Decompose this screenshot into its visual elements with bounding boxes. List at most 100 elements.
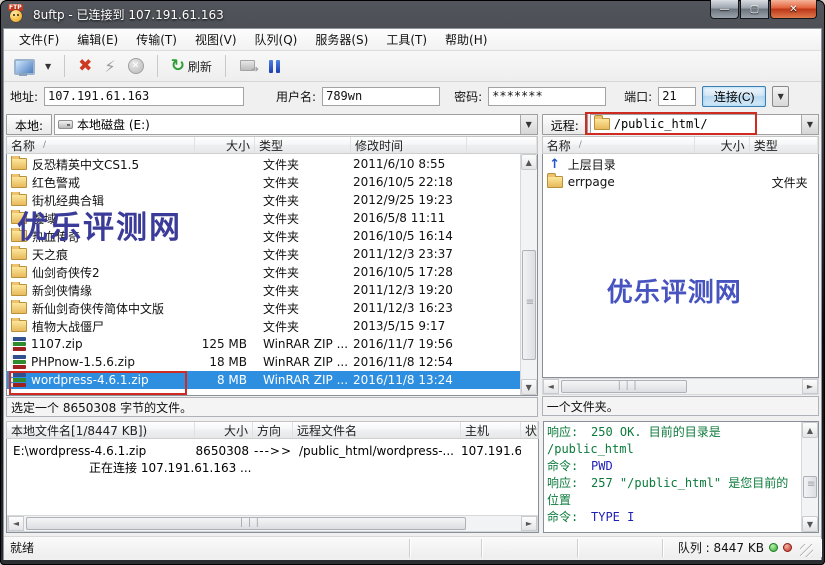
pause-button[interactable] <box>265 58 284 75</box>
table-row[interactable]: 1107.zip125 MBWinRAR ZIP ...2016/11/7 19… <box>7 335 520 353</box>
port-input[interactable] <box>658 87 696 106</box>
menu-item[interactable]: 视图(V) <box>186 29 246 50</box>
connect-button[interactable]: 连接(C) <box>702 86 766 107</box>
scroll-left-icon[interactable]: ◄ <box>543 379 559 394</box>
table-row[interactable]: 红色警戒文件夹2016/10/5 22:18 <box>7 173 520 191</box>
log-pane: 响应:250 OK. 目前的目录是 /public_html命令:PWD响应:2… <box>543 421 819 533</box>
table-row[interactable]: ↑上层目录 <box>543 155 818 173</box>
table-row[interactable]: 魔域文件夹2016/5/8 11:11 <box>7 209 520 227</box>
menu-item[interactable]: 文件(F) <box>10 29 68 50</box>
close-button[interactable]: ✕ <box>770 0 817 19</box>
table-row[interactable]: 仙剑奇侠传2文件夹2016/10/5 17:28 <box>7 263 520 281</box>
minimize-button[interactable]: — <box>710 0 739 19</box>
scrollbar-thumb[interactable] <box>561 380 687 393</box>
queue-row[interactable]: E:\wordpress-4.6.1.zip8650308--->>/publi… <box>7 442 538 459</box>
remote-path-combo[interactable]: /public_html/ ▼ <box>590 114 819 135</box>
scroll-right-icon[interactable]: ► <box>521 516 537 531</box>
scroll-up-icon[interactable]: ▲ <box>802 422 818 438</box>
col-host[interactable]: 主机 <box>465 422 489 438</box>
file-name-cell: wordpress-4.6.1.zip <box>7 373 195 387</box>
address-input[interactable] <box>44 87 244 106</box>
file-name-cell: 红色警戒 <box>7 174 195 191</box>
password-input[interactable] <box>488 87 606 106</box>
maximize-button[interactable]: ▢ <box>740 0 769 19</box>
scroll-right-icon[interactable]: ► <box>802 379 818 394</box>
col-size[interactable]: 大小 <box>224 422 248 438</box>
scroll-down-icon[interactable]: ▼ <box>802 516 818 532</box>
col-type[interactable]: 类型 <box>259 137 283 153</box>
table-row[interactable]: 新剑侠情缘文件夹2011/12/3 19:20 <box>7 281 520 299</box>
file-size-cell: 125 MB <box>195 337 255 351</box>
connect-options-button[interactable]: ▼ <box>772 86 789 107</box>
chevron-down-icon[interactable]: ▼ <box>520 115 537 134</box>
chevron-down-icon[interactable]: ▼ <box>801 115 818 134</box>
file-type-cell: WinRAR ZIP ... <box>255 337 351 351</box>
zip-file-icon <box>11 373 26 387</box>
file-date-cell: 2011/12/3 23:37 <box>351 247 467 261</box>
table-row[interactable]: 热血传奇文件夹2016/10/5 16:14 <box>7 227 520 245</box>
quick-connect-button[interactable]: ⚡ <box>100 55 119 78</box>
scrollbar-thumb[interactable] <box>522 250 536 360</box>
remote-file-list[interactable]: ↑上层目录errpage文件夹 优乐评测网 <box>542 154 819 378</box>
col-direction[interactable]: 方向 <box>257 422 281 438</box>
remote-column-header[interactable]: 名称∕ 大小 类型 <box>542 136 819 154</box>
title-bar[interactable]: FTP 8uftp - 已连接到 107.191.61.163 — ▢ ✕ <box>0 0 825 28</box>
col-type[interactable]: 类型 <box>754 137 778 153</box>
table-row[interactable]: 街机经典合辑文件夹2012/9/25 19:23 <box>7 191 520 209</box>
transfer-icon <box>239 60 257 73</box>
table-row[interactable]: 反恐精英中文CS1.5文件夹2011/6/10 8:55 <box>7 155 520 173</box>
table-row[interactable]: PHPnow-1.5.6.zip18 MBWinRAR ZIP ...2016/… <box>7 353 520 371</box>
connect-site-button[interactable] <box>10 57 37 76</box>
scroll-down-icon[interactable]: ▼ <box>521 379 537 395</box>
local-vertical-scrollbar[interactable]: ▲ ▼ <box>520 154 537 395</box>
table-row[interactable]: 新仙剑奇侠传简体中文版文件夹2011/12/3 16:23 <box>7 299 520 317</box>
col-name[interactable]: 名称 <box>11 137 35 153</box>
col-size[interactable]: 大小 <box>226 137 250 153</box>
col-date[interactable]: 修改时间 <box>355 137 403 153</box>
file-name: 红色警戒 <box>32 174 80 191</box>
col-name[interactable]: 名称 <box>547 137 571 153</box>
log-label: 命令: <box>547 458 591 475</box>
table-row[interactable]: 植物大战僵尸文件夹2013/5/15 9:17 <box>7 317 520 335</box>
col-size[interactable]: 大小 <box>721 137 745 153</box>
scroll-left-icon[interactable]: ◄ <box>8 516 24 531</box>
disconnect-button[interactable]: ✖ <box>74 56 96 77</box>
queue-horizontal-scrollbar[interactable]: ◄ ► <box>7 515 538 532</box>
table-row[interactable]: 天之痕文件夹2011/12/3 23:37 <box>7 245 520 263</box>
col-remote-file[interactable]: 远程文件名 <box>297 422 357 438</box>
toolbar: ▼ ✖ ⚡ ✕ ↻ 刷新 <box>4 51 821 82</box>
file-name-cell: errpage <box>543 175 695 189</box>
remote-horizontal-scrollbar[interactable]: ◄ ► <box>542 378 819 395</box>
abort-button[interactable]: ✕ <box>124 56 148 76</box>
connect-dropdown-button[interactable]: ▼ <box>41 60 55 73</box>
queue-column-header[interactable]: 本地文件名[1/8447 KB]) 大小 方向 远程文件名 主机 状 <box>6 421 539 439</box>
local-path-combo[interactable]: 本地磁盘 (E:) ▼ <box>54 114 538 135</box>
col-state[interactable]: 状 <box>525 422 537 438</box>
queue-list[interactable]: E:\wordpress-4.6.1.zip8650308--->>/publi… <box>6 439 539 533</box>
log-vertical-scrollbar[interactable]: ▲ ▼ <box>801 422 818 532</box>
remote-label[interactable]: 远程: <box>542 114 588 135</box>
resize-grip[interactable] <box>800 544 813 557</box>
menu-item[interactable]: 工具(T) <box>377 29 436 50</box>
scrollbar-thumb[interactable] <box>26 517 466 530</box>
scroll-up-icon[interactable]: ▲ <box>521 154 537 170</box>
menu-item[interactable]: 编辑(E) <box>68 29 127 50</box>
local-label[interactable]: 本地: <box>6 114 52 135</box>
file-type-cell: WinRAR ZIP ... <box>255 355 351 369</box>
local-column-header[interactable]: 名称∕ 大小 类型 修改时间 <box>6 136 538 154</box>
log-label: 响应: <box>547 424 591 441</box>
file-name: 天之痕 <box>32 246 68 263</box>
menu-item[interactable]: 帮助(H) <box>436 29 496 50</box>
scrollbar-thumb[interactable] <box>803 476 817 498</box>
col-local-file[interactable]: 本地文件名[1/8447 KB]) <box>11 422 147 438</box>
menu-item[interactable]: 队列(Q) <box>246 29 307 50</box>
local-file-list[interactable]: 反恐精英中文CS1.5文件夹2011/6/10 8:55红色警戒文件夹2016/… <box>6 154 538 396</box>
transfer-queue-button[interactable] <box>235 58 261 75</box>
username-input[interactable] <box>322 87 440 106</box>
menu-item[interactable]: 服务器(S) <box>306 29 377 50</box>
table-row[interactable]: errpage文件夹 <box>543 173 818 191</box>
table-row[interactable]: wordpress-4.6.1.zip8 MBWinRAR ZIP ...201… <box>7 371 520 389</box>
queue-message: 正在连接 107.191.61.163 ... <box>7 459 538 476</box>
menu-item[interactable]: 传输(T) <box>127 29 186 50</box>
refresh-button[interactable]: ↻ 刷新 <box>167 56 216 77</box>
